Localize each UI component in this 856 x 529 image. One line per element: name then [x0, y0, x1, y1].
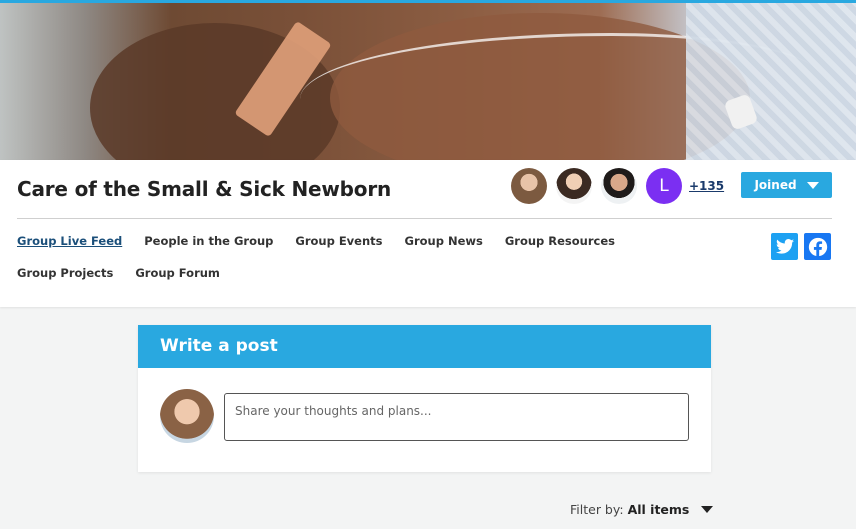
twitter-icon: [775, 239, 794, 254]
group-cover-image: [0, 3, 856, 160]
facebook-share-button[interactable]: [804, 233, 831, 260]
group-nav: Group Live Feed People in the Group Grou…: [17, 234, 657, 298]
tab-group-events[interactable]: Group Events: [295, 234, 382, 250]
filter-value: All items: [627, 502, 690, 517]
filter-label: Filter by:: [570, 502, 624, 517]
member-avatar[interactable]: [556, 168, 592, 204]
twitter-share-button[interactable]: [771, 233, 798, 260]
joined-button[interactable]: Joined: [741, 172, 832, 198]
post-input[interactable]: [224, 393, 689, 441]
facebook-icon: [808, 237, 827, 257]
group-members: L +135: [511, 168, 724, 204]
tab-people-in-the-group[interactable]: People in the Group: [144, 234, 273, 250]
tab-group-news[interactable]: Group News: [405, 234, 483, 250]
tab-group-projects[interactable]: Group Projects: [17, 266, 113, 282]
group-title: Care of the Small & Sick Newborn: [17, 177, 392, 201]
member-avatar[interactable]: [511, 168, 547, 204]
chevron-down-icon: [806, 181, 819, 189]
joined-label: Joined: [754, 178, 797, 192]
member-avatar-initial[interactable]: L: [646, 168, 682, 204]
tab-group-live-feed[interactable]: Group Live Feed: [17, 234, 122, 250]
write-post-heading: Write a post: [138, 325, 711, 368]
member-avatar[interactable]: [601, 168, 637, 204]
chevron-down-icon: [701, 506, 714, 513]
tab-group-forum[interactable]: Group Forum: [135, 266, 220, 282]
write-post-card: Write a post: [138, 325, 711, 472]
filter-dropdown[interactable]: Filter by: All items: [570, 502, 714, 517]
tab-group-resources[interactable]: Group Resources: [505, 234, 615, 250]
header-divider: [17, 218, 832, 219]
current-user-avatar: [160, 389, 214, 443]
more-members-link[interactable]: +135: [689, 179, 724, 193]
